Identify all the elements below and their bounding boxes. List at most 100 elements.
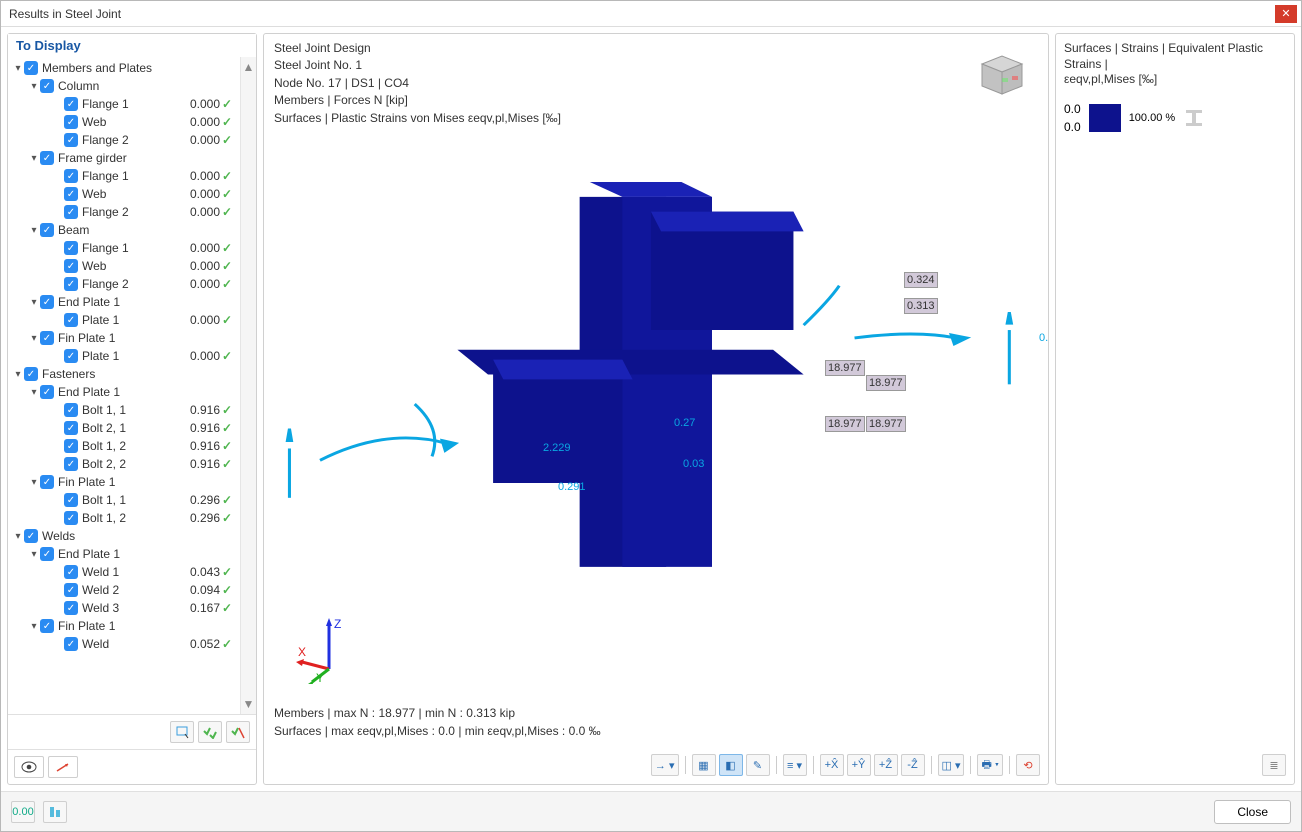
iso-view-button[interactable]: ◫ ▾ [938, 754, 965, 776]
tree-scrollbar[interactable]: ▲▼ [240, 57, 256, 714]
checkbox[interactable]: ✓ [64, 457, 78, 471]
tree-row[interactable]: ▾✓End Plate 1 [8, 383, 240, 401]
tree-twisty[interactable]: ▾ [28, 333, 40, 344]
results-button[interactable] [43, 801, 67, 823]
tree-row[interactable]: ✓Weld0.052✓ [8, 635, 240, 653]
tree-item-label[interactable]: Weld 3 [82, 601, 178, 615]
legend-settings-button[interactable]: ≣ [1262, 754, 1286, 776]
tree-item-label[interactable]: Welds [42, 529, 178, 543]
checkbox[interactable]: ✓ [64, 115, 78, 129]
tree-item-label[interactable]: Bolt 2, 1 [82, 421, 178, 435]
tree-item-label[interactable]: Bolt 2, 2 [82, 457, 178, 471]
tree-row[interactable]: ✓Weld 30.167✓ [8, 599, 240, 617]
checkbox[interactable]: ✓ [64, 133, 78, 147]
tree-twisty[interactable]: ▾ [28, 225, 40, 236]
checkbox[interactable]: ✓ [64, 205, 78, 219]
tree-row[interactable]: ▾✓ End Plate 1 [8, 293, 240, 311]
plus-y-view-button[interactable]: +Ŷ [847, 754, 871, 776]
tree-twisty[interactable]: ▾ [12, 531, 24, 542]
tree-twisty[interactable]: ▾ [28, 153, 40, 164]
checkbox[interactable]: ✓ [64, 349, 78, 363]
tree-twisty[interactable]: ▾ [12, 369, 24, 380]
checkbox[interactable]: ✓ [64, 259, 78, 273]
tree-row[interactable]: ✓Bolt 2, 20.916✓ [8, 455, 240, 473]
tree-row[interactable]: ▾✓ Fin Plate 1 [8, 617, 240, 635]
tree-row[interactable]: ▾✓Fasteners [8, 365, 240, 383]
tree-row[interactable]: ✓Bolt 1, 10.916✓ [8, 401, 240, 419]
tree-row[interactable]: ✓Web0.000✓ [8, 113, 240, 131]
tree-item-label[interactable]: Web [82, 115, 178, 129]
checkbox[interactable]: ✓ [64, 439, 78, 453]
tree-row[interactable]: ✓Plate 10.000✓ [8, 347, 240, 365]
tree-row[interactable]: ✓Flange 10.000✓ [8, 95, 240, 113]
grid-tool-button[interactable]: ▦ [692, 754, 716, 776]
units-button[interactable]: 0.00 [11, 801, 35, 823]
tree-item-label[interactable]: Fin Plate 1 [58, 619, 178, 633]
check-all-button[interactable] [198, 721, 222, 743]
tree-item-label[interactable]: Plate 1 [82, 349, 178, 363]
tree-item-label[interactable]: Members and Plates [42, 61, 178, 75]
checkbox[interactable]: ✓ [40, 331, 54, 345]
tree-row[interactable]: ▾✓ Fin Plate 1 [8, 329, 240, 347]
tree-item-label[interactable]: Web [82, 259, 178, 273]
checkbox[interactable]: ✓ [24, 529, 38, 543]
tree-row[interactable]: ▾✓Column [8, 77, 240, 95]
reset-view-button[interactable]: ⟲ [1016, 754, 1040, 776]
checkbox[interactable]: ✓ [40, 151, 54, 165]
checkbox[interactable]: ✓ [40, 79, 54, 93]
tree-item-label[interactable]: Web [82, 187, 178, 201]
tree-row[interactable]: ▾✓ Frame girder [8, 149, 240, 167]
tree-row[interactable]: ▾✓End Plate 1 [8, 545, 240, 563]
eye-icon[interactable] [14, 756, 44, 778]
tree-row[interactable]: ▾✓ Welds [8, 527, 240, 545]
tree-twisty[interactable]: ▾ [28, 297, 40, 308]
checkbox[interactable]: ✓ [64, 637, 78, 651]
plus-x-view-button[interactable]: +X̂ [820, 754, 844, 776]
close-icon[interactable]: ✕ [1275, 5, 1297, 23]
tree-row[interactable]: ✓Bolt 1, 20.296✓ [8, 509, 240, 527]
checkbox[interactable]: ✓ [64, 493, 78, 507]
checkbox[interactable]: ✓ [64, 97, 78, 111]
tree-row[interactable]: ✓Bolt 1, 20.916✓ [8, 437, 240, 455]
tree-twisty[interactable]: ▾ [28, 387, 40, 398]
tree-item-label[interactable]: Weld 2 [82, 583, 178, 597]
tree-item-label[interactable]: Fin Plate 1 [58, 331, 178, 345]
checkbox[interactable]: ✓ [24, 367, 38, 381]
checkbox[interactable]: ✓ [40, 619, 54, 633]
minus-z-view-button[interactable]: -Ẑ [901, 754, 925, 776]
tree-row[interactable]: ✓Web0.000✓ [8, 185, 240, 203]
tree-row[interactable]: ✓Flange 10.000✓ [8, 167, 240, 185]
tree-item-label[interactable]: Bolt 1, 1 [82, 493, 178, 507]
tree-item-label[interactable]: Weld 1 [82, 565, 178, 579]
checkbox[interactable]: ✓ [64, 403, 78, 417]
tree-item-label[interactable]: Fin Plate 1 [58, 475, 178, 489]
tree-twisty[interactable]: ▾ [28, 621, 40, 632]
tree-twisty[interactable]: ▾ [28, 549, 40, 560]
tree-item-label[interactable]: End Plate 1 [58, 385, 178, 399]
tree-row[interactable]: ✓Flange 20.000✓ [8, 131, 240, 149]
tree-row[interactable]: ✓Plate 10.000✓ [8, 311, 240, 329]
checkbox[interactable]: ✓ [64, 313, 78, 327]
checkbox[interactable]: ✓ [40, 475, 54, 489]
tree-row[interactable]: ✓Flange 20.000✓ [8, 203, 240, 221]
tree-item-label[interactable]: Flange 1 [82, 97, 178, 111]
checkbox[interactable]: ✓ [64, 241, 78, 255]
tree-row[interactable]: ✓Weld 20.094✓ [8, 581, 240, 599]
print-button[interactable]: 🖶 ▾ [977, 754, 1003, 776]
tree-twisty[interactable]: ▾ [12, 63, 24, 74]
tree-item-label[interactable]: End Plate 1 [58, 295, 178, 309]
close-button[interactable]: Close [1214, 800, 1291, 824]
tree-item-label[interactable]: Bolt 1, 1 [82, 403, 178, 417]
checkbox[interactable]: ✓ [40, 295, 54, 309]
tree-item-label[interactable]: Frame girder [58, 151, 178, 165]
tree-item-label[interactable]: Flange 2 [82, 277, 178, 291]
tree-row[interactable]: ✓Bolt 1, 10.296✓ [8, 491, 240, 509]
tree-item-label[interactable]: Flange 2 [82, 205, 178, 219]
checkbox[interactable]: ✓ [40, 223, 54, 237]
tree-item-label[interactable]: End Plate 1 [58, 547, 178, 561]
select-member-button[interactable] [170, 721, 194, 743]
checkbox[interactable]: ✓ [64, 187, 78, 201]
checkbox[interactable]: ✓ [64, 583, 78, 597]
tree-item-label[interactable]: Flange 1 [82, 241, 178, 255]
checkbox[interactable]: ✓ [64, 511, 78, 525]
